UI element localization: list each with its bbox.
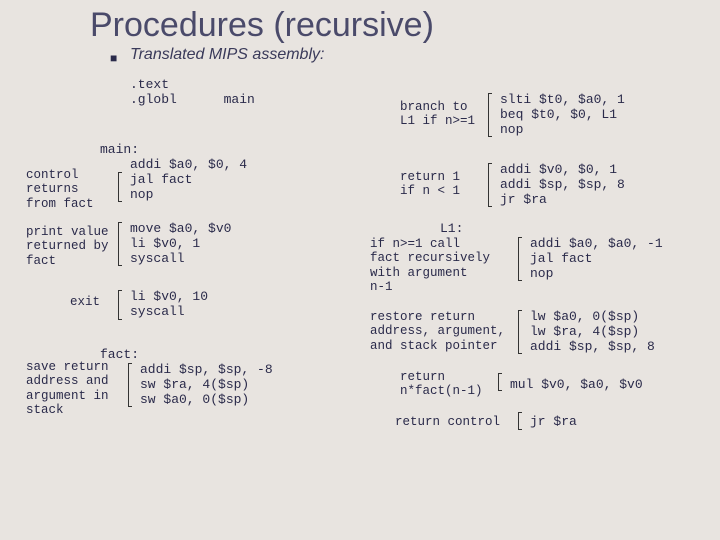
code-jal-fact2: jal fact (530, 252, 592, 267)
code-addi-sp: addi $sp, $sp, -8 (140, 363, 273, 378)
code-globl: .globl main (130, 93, 255, 108)
slide-subtitle: Translated MIPS assembly: (130, 46, 324, 64)
code-nop1: nop (130, 188, 153, 203)
brace-icon (518, 310, 522, 354)
code-nop3: nop (530, 267, 553, 282)
annot-branch: branch to L1 if n>=1 (400, 100, 475, 129)
code-slti: slti $t0, $a0, 1 (500, 93, 625, 108)
code-sw-a0: sw $a0, 0($sp) (140, 393, 249, 408)
code-lw-ra: lw $ra, 4($sp) (530, 325, 639, 340)
code-addi-a0-m1: addi $a0, $a0, -1 (530, 237, 663, 252)
code-addi-sp8: addi $sp, $sp, 8 (500, 178, 625, 193)
code-addi-sp8b: addi $sp, $sp, 8 (530, 340, 655, 355)
code-addi-v0: addi $v0, $0, 1 (500, 163, 617, 178)
annot-ifn: if n>=1 call fact recursively with argum… (370, 237, 490, 295)
annot-retctl: return control (395, 415, 500, 429)
annot-return1: return 1 if n < 1 (400, 170, 460, 199)
code-beq: beq $t0, $0, L1 (500, 108, 617, 123)
annot-restore: restore return address, argument, and st… (370, 310, 505, 353)
brace-icon (128, 363, 132, 407)
code-syscall2: syscall (130, 305, 185, 320)
bullet-icon: ■ (110, 51, 117, 65)
brace-icon (118, 172, 122, 202)
code-nop2: nop (500, 123, 523, 138)
annot-print: print value returned by fact (26, 225, 109, 268)
code-jal-fact: jal fact (130, 173, 192, 188)
annot-save: save return address and argument in stac… (26, 360, 109, 418)
code-l1-label: L1: (440, 222, 463, 237)
code-syscall1: syscall (130, 252, 185, 267)
code-move: move $a0, $v0 (130, 222, 231, 237)
code-li-v0-10: li $v0, 10 (130, 290, 208, 305)
slide-title: Procedures (recursive) (90, 6, 434, 45)
code-sw-ra: sw $ra, 4($sp) (140, 378, 249, 393)
code-addi-a0: addi $a0, $0, 4 (130, 158, 247, 173)
code-jr-ra1: jr $ra (500, 193, 547, 208)
brace-icon (488, 163, 492, 207)
code-text: .text (130, 78, 169, 93)
annot-exit: exit (70, 295, 100, 309)
code-mul: mul $v0, $a0, $v0 (510, 378, 643, 393)
code-lw-a0: lw $a0, 0($sp) (530, 310, 639, 325)
brace-icon (518, 237, 522, 281)
brace-icon (488, 93, 492, 137)
brace-icon (118, 222, 122, 266)
code-li-v0-1: li $v0, 1 (130, 237, 200, 252)
annot-control: control returns from fact (26, 168, 94, 211)
brace-icon (498, 373, 502, 391)
code-main-label: main: (100, 143, 139, 158)
code-jr-ra2: jr $ra (530, 415, 577, 430)
brace-icon (118, 290, 122, 320)
brace-icon (518, 412, 522, 430)
annot-retn: return n*fact(n-1) (400, 370, 483, 399)
